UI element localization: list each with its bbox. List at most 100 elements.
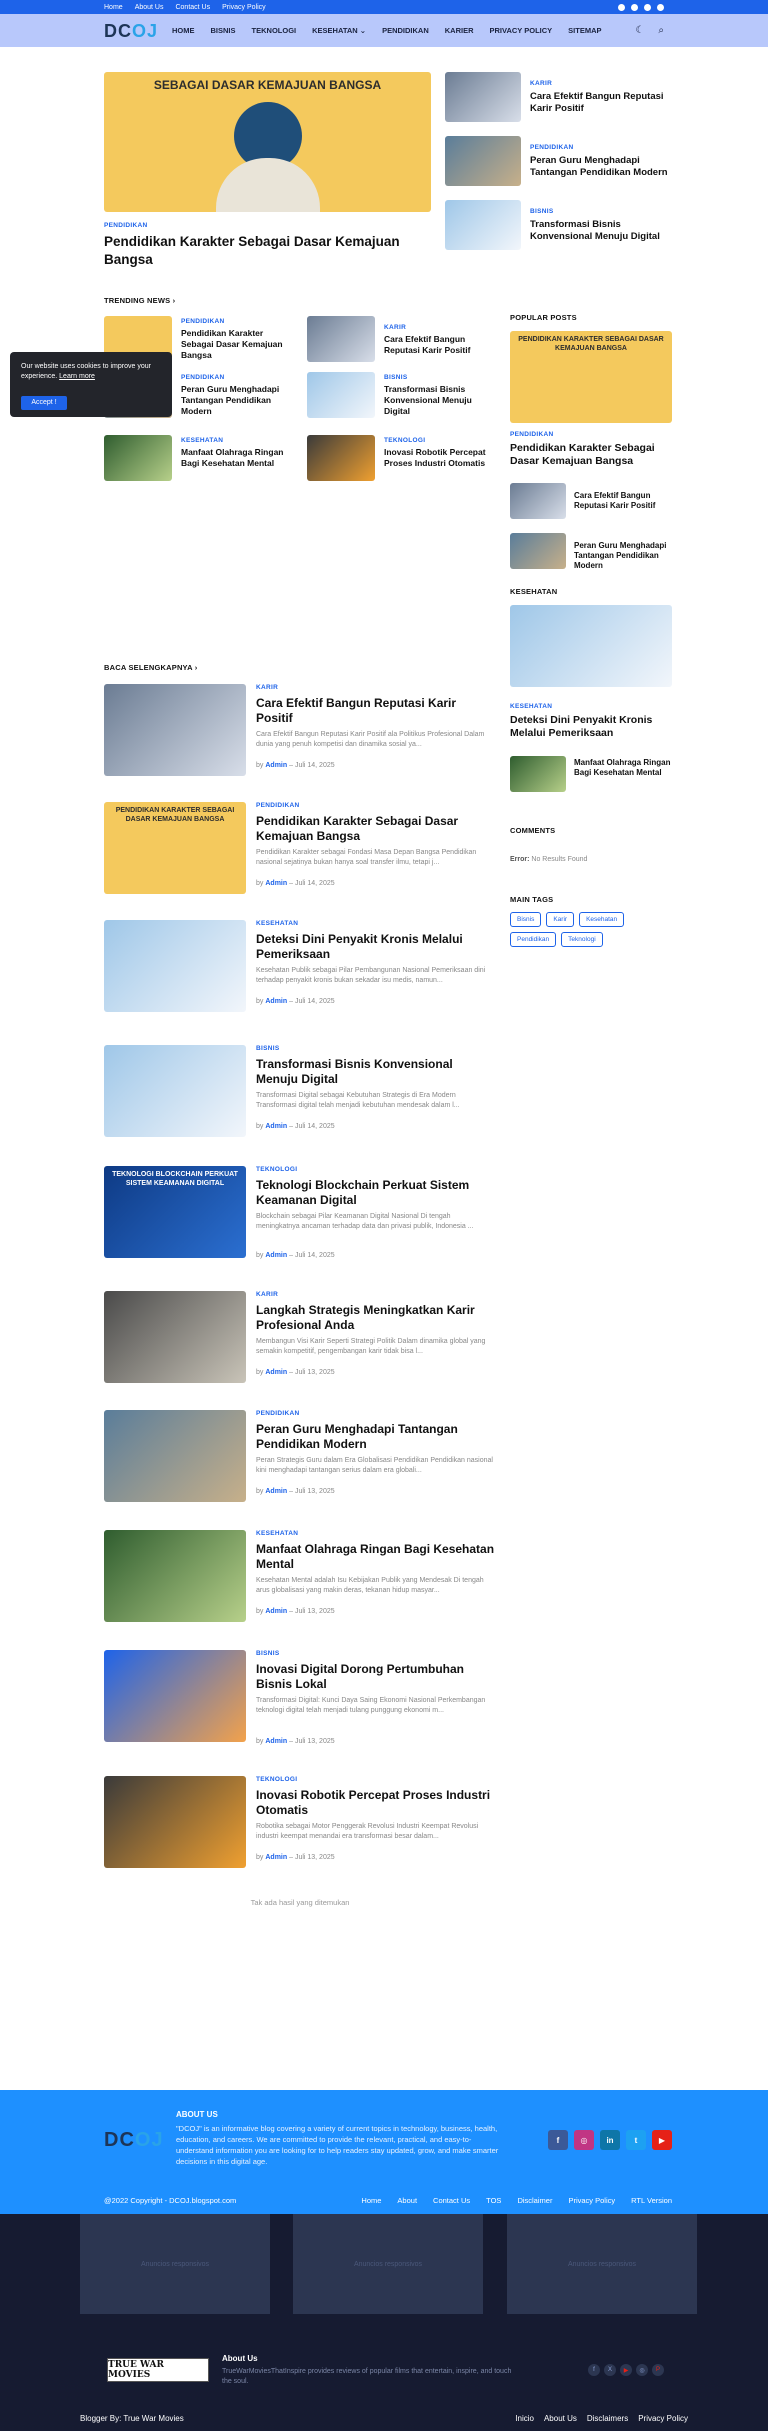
side-post[interactable]: KARIR Cara Efektif Bangun Reputasi Karir… xyxy=(445,72,675,122)
trending-thumb[interactable] xyxy=(307,316,375,362)
tag-bisnis[interactable]: Bisnis xyxy=(510,912,542,927)
side-post[interactable]: PENDIDIKAN Peran Guru Menghadapi Tantang… xyxy=(445,136,675,186)
ad-slot[interactable]: Anuncios responsivos xyxy=(293,2214,483,2314)
top-link-privacy[interactable]: Privacy Policy xyxy=(222,4,266,11)
post-title[interactable]: Pendidikan Karakter Sebagai Dasar Kemaju… xyxy=(256,814,496,844)
bottom-link-about[interactable]: About Us xyxy=(544,2414,577,2423)
post-thumb[interactable] xyxy=(104,920,246,1012)
trending-category[interactable]: BISNIS xyxy=(384,374,407,381)
tag-karir[interactable]: Karir xyxy=(546,912,575,927)
post-author[interactable]: Admin xyxy=(265,1369,287,1376)
bottom-link-inicio[interactable]: Inicio xyxy=(515,2414,534,2423)
post-item[interactable]: TEKNOLOGI BLOCKCHAIN PERKUAT SISTEM KEAM… xyxy=(104,1166,496,1259)
side-post-title[interactable]: Peran Guru Menghadapi Tantangan Pendidik… xyxy=(530,155,674,179)
trending-category[interactable]: KARIR xyxy=(384,324,406,331)
kesehatan-small-thumb[interactable] xyxy=(510,756,566,792)
trending-item[interactable]: TEKNOLOGI Inovasi Robotik Percepat Prose… xyxy=(307,435,497,481)
kesehatan-big-title[interactable]: Deteksi Dini Penyakit Kronis Melalui Pem… xyxy=(510,714,672,740)
post-thumb[interactable] xyxy=(104,1776,246,1868)
site-logo[interactable]: DCOJ xyxy=(104,22,158,40)
trending-category[interactable]: TEKNOLOGI xyxy=(384,437,425,444)
youtube-icon[interactable]: ▶ xyxy=(620,2364,632,2376)
side-post-category[interactable]: BISNIS xyxy=(530,208,553,215)
post-category[interactable]: PENDIDIKAN xyxy=(256,802,299,809)
side-post-category[interactable]: KARIR xyxy=(530,80,552,87)
post-thumb[interactable] xyxy=(104,1410,246,1502)
side-post-category[interactable]: PENDIDIKAN xyxy=(530,144,573,151)
post-thumb[interactable] xyxy=(104,1650,246,1742)
kesehatan-small-item[interactable]: Manfaat Olahraga Ringan Bagi Kesehatan M… xyxy=(510,756,672,792)
facebook-icon[interactable]: f xyxy=(588,2364,600,2376)
trending-item[interactable]: KESEHATAN Manfaat Olahraga Ringan Bagi K… xyxy=(104,435,294,481)
trending-thumb[interactable] xyxy=(307,435,375,481)
trending-title[interactable]: Peran Guru Menghadapi Tantangan Pendidik… xyxy=(181,384,297,417)
side-post-thumb[interactable] xyxy=(445,72,521,122)
post-item[interactable]: KESEHATAN Deteksi Dini Penyakit Kronis M… xyxy=(104,920,496,1012)
popular-big-title[interactable]: Pendidikan Karakter Sebagai Dasar Kemaju… xyxy=(510,442,672,468)
post-author[interactable]: Admin xyxy=(265,1488,287,1495)
read-more-heading[interactable]: BACA SELENGKAPNYA › xyxy=(104,663,197,672)
post-category[interactable]: KARIR xyxy=(256,1291,278,1298)
side-post-thumb[interactable] xyxy=(445,200,521,250)
post-thumb[interactable] xyxy=(104,1530,246,1622)
true-war-movies-logo[interactable]: TRUE WAR MOVIES xyxy=(107,2358,209,2382)
post-category[interactable]: BISNIS xyxy=(256,1045,279,1052)
post-title[interactable]: Transformasi Bisnis Konvensional Menuju … xyxy=(256,1057,496,1087)
post-title[interactable]: Inovasi Robotik Percepat Proses Industri… xyxy=(256,1788,496,1818)
footer-link-contact[interactable]: Contact Us xyxy=(433,2196,470,2205)
popular-small-title[interactable]: Peran Guru Menghadapi Tantangan Pendidik… xyxy=(574,541,672,571)
post-item[interactable]: BISNIS Inovasi Digital Dorong Pertumbuha… xyxy=(104,1650,496,1745)
popular-small-item[interactable]: Cara Efektif Bangun Reputasi Karir Posit… xyxy=(510,483,672,519)
facebook-icon[interactable]: f xyxy=(548,2130,568,2150)
trending-title[interactable]: Cara Efektif Bangun Reputasi Karir Posit… xyxy=(384,334,500,356)
top-link-about[interactable]: About Us xyxy=(135,4,164,11)
post-category[interactable]: TEKNOLOGI xyxy=(256,1166,297,1173)
trending-item[interactable]: BISNIS Transformasi Bisnis Konvensional … xyxy=(307,372,497,418)
top-link-home[interactable]: Home xyxy=(104,4,123,11)
tag-teknologi[interactable]: Teknologi xyxy=(561,932,603,947)
trending-category[interactable]: PENDIDIKAN xyxy=(181,374,224,381)
popular-small-item[interactable]: Peran Guru Menghadapi Tantangan Pendidik… xyxy=(510,533,672,571)
menu-item-teknologi[interactable]: TEKNOLOGI xyxy=(252,26,297,35)
post-item[interactable]: KARIR Cara Efektif Bangun Reputasi Karir… xyxy=(104,684,496,776)
kesehatan-big-thumb[interactable] xyxy=(510,605,672,687)
popular-small-thumb[interactable] xyxy=(510,483,566,519)
post-title[interactable]: Deteksi Dini Penyakit Kronis Melalui Pem… xyxy=(256,932,496,962)
popular-small-thumb[interactable] xyxy=(510,533,566,569)
hero-image[interactable]: SEBAGAI DASAR KEMAJUAN BANGSA xyxy=(104,72,431,212)
menu-item-pendidikan[interactable]: PENDIDIKAN xyxy=(382,26,429,35)
tag-kesehatan[interactable]: Kesehatan xyxy=(579,912,625,927)
trending-thumb[interactable] xyxy=(307,372,375,418)
menu-item-home[interactable]: HOME xyxy=(172,26,195,35)
post-category[interactable]: BISNIS xyxy=(256,1650,279,1657)
instagram-icon[interactable]: ◎ xyxy=(636,2364,648,2376)
trending-thumb[interactable] xyxy=(104,435,172,481)
top-link-contact[interactable]: Contact Us xyxy=(175,4,210,11)
post-title[interactable]: Manfaat Olahraga Ringan Bagi Kesehatan M… xyxy=(256,1542,496,1572)
side-post[interactable]: BISNIS Transformasi Bisnis Konvensional … xyxy=(445,200,675,250)
post-author[interactable]: Admin xyxy=(265,1738,287,1745)
menu-item-karier[interactable]: KARIER xyxy=(445,26,474,35)
post-category[interactable]: KESEHATAN xyxy=(256,920,298,927)
tag-pendidikan[interactable]: Pendidikan xyxy=(510,932,557,947)
pinterest-icon[interactable]: P xyxy=(652,2364,664,2376)
twitter-icon[interactable] xyxy=(657,3,664,11)
facebook-icon[interactable] xyxy=(618,3,625,11)
cookie-accept-button[interactable]: Accept ! xyxy=(21,396,67,410)
ad-slot[interactable]: Anuncios responsivos xyxy=(507,2214,697,2314)
post-title[interactable]: Langkah Strategis Meningkatkan Karir Pro… xyxy=(256,1303,496,1333)
menu-item-bisnis[interactable]: BISNIS xyxy=(211,26,236,35)
post-author[interactable]: Admin xyxy=(265,998,287,1005)
menu-item-privacy[interactable]: PRIVACY POLICY xyxy=(490,26,553,35)
post-title[interactable]: Cara Efektif Bangun Reputasi Karir Posit… xyxy=(256,696,496,726)
popular-big-category[interactable]: PENDIDIKAN xyxy=(510,431,553,438)
bottom-link-privacy[interactable]: Privacy Policy xyxy=(638,2414,688,2423)
instagram-icon[interactable]: ◎ xyxy=(574,2130,594,2150)
search-icon[interactable]: ⌕ xyxy=(658,25,664,36)
x-icon[interactable]: X xyxy=(604,2364,616,2376)
menu-item-sitemap[interactable]: SITEMAP xyxy=(568,26,601,35)
post-author[interactable]: Admin xyxy=(265,1252,287,1259)
post-title[interactable]: Peran Guru Menghadapi Tantangan Pendidik… xyxy=(256,1422,496,1452)
instagram-icon[interactable] xyxy=(631,3,638,11)
trending-category[interactable]: PENDIDIKAN xyxy=(181,318,224,325)
